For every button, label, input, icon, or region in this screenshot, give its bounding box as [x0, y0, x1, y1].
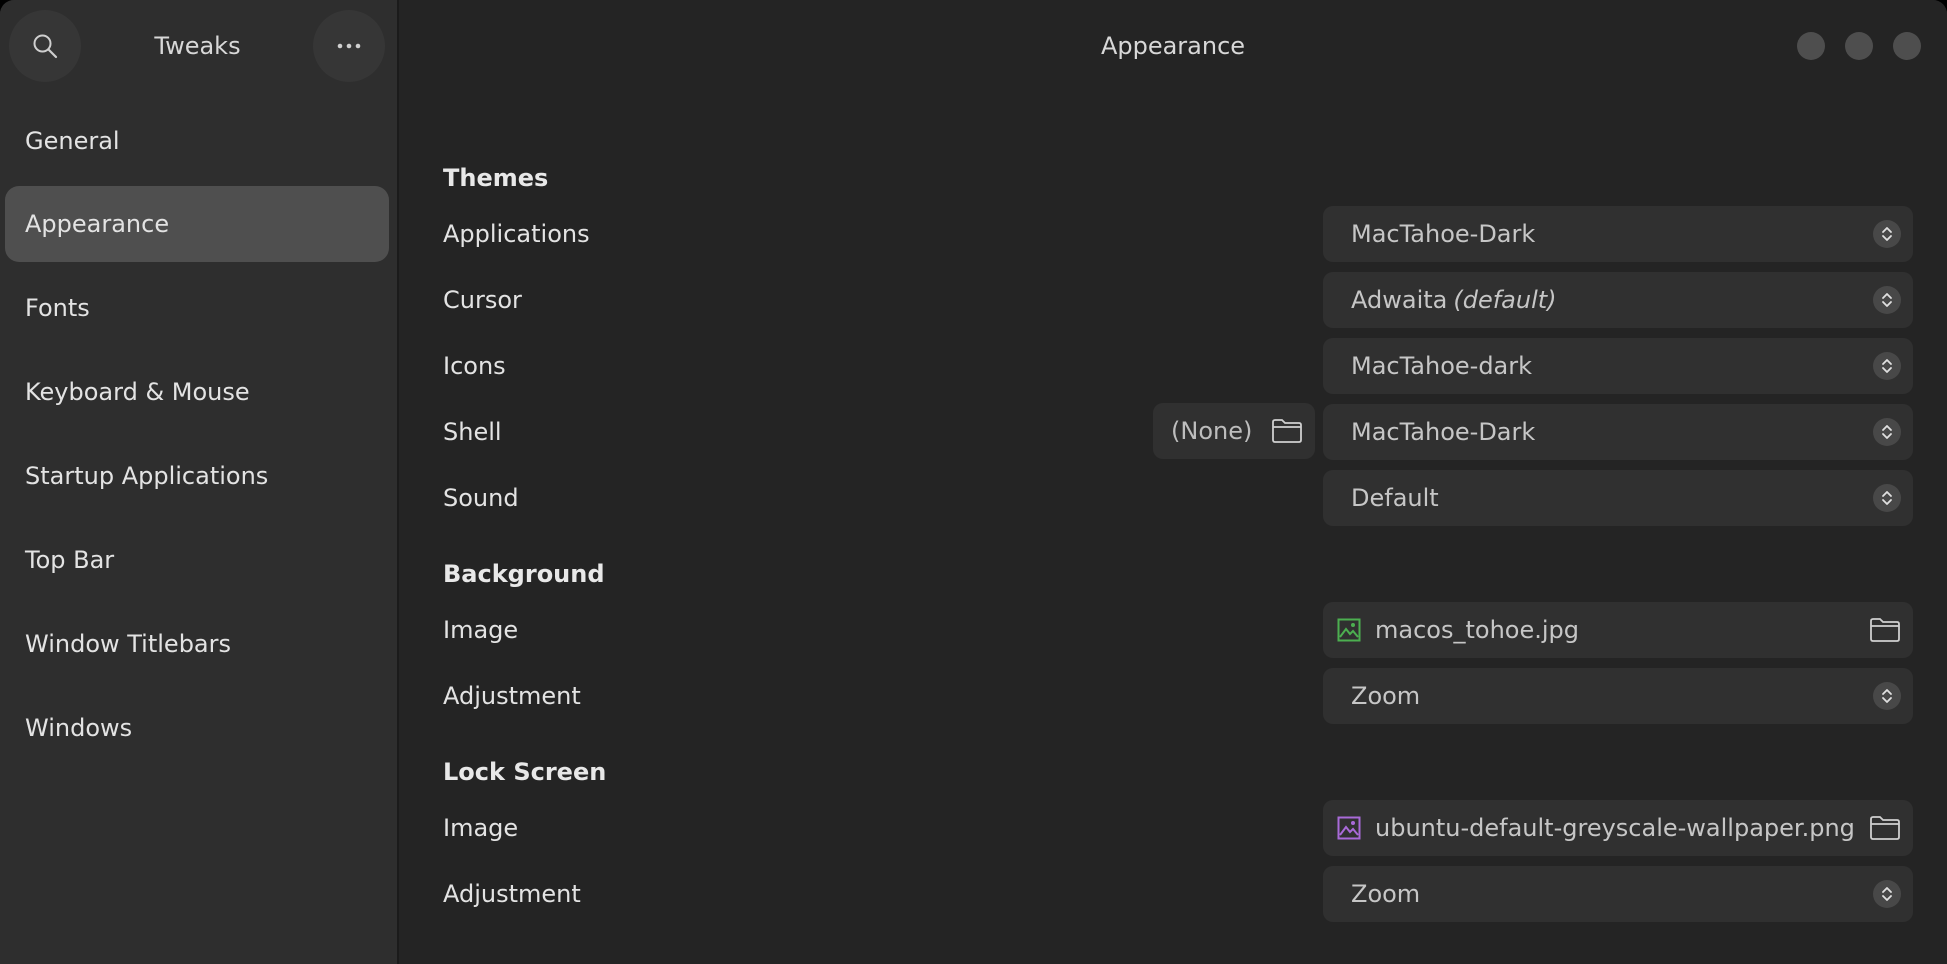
close-button[interactable]	[1893, 32, 1921, 60]
file-chooser-value: (None)	[1171, 417, 1253, 445]
cursor-theme-dropdown[interactable]: Adwaita (default)	[1323, 272, 1913, 328]
maximize-button[interactable]	[1845, 32, 1873, 60]
sidebar-item-appearance[interactable]: Appearance	[5, 186, 389, 262]
sidebar-item-label: Startup Applications	[25, 462, 269, 490]
sidebar: Tweaks General Appearance Fonts Keyboard…	[0, 0, 399, 964]
image-file-icon	[1337, 618, 1361, 648]
sidebar-item-label: Window Titlebars	[25, 630, 232, 658]
sidebar-header: Tweaks	[0, 0, 397, 92]
default-suffix: (default)	[1453, 286, 1557, 314]
applications-theme-dropdown[interactable]: MacTahoe-Dark	[1323, 206, 1913, 262]
sidebar-item-label: Top Bar	[25, 546, 115, 574]
updown-chevron-icon	[1873, 418, 1901, 446]
dropdown-value: MacTahoe-dark	[1351, 352, 1533, 380]
sound-theme-dropdown[interactable]: Default	[1323, 470, 1913, 526]
background-image-chooser[interactable]: macos_tohoe.jpg	[1323, 602, 1913, 658]
file-name: macos_tohoe.jpg	[1375, 616, 1579, 644]
sidebar-item-fonts[interactable]: Fonts	[5, 270, 389, 346]
background-image-label: Image	[443, 616, 519, 644]
ellipsis-icon	[337, 43, 361, 49]
sound-label: Sound	[443, 484, 519, 512]
shell-file-chooser-button[interactable]: (None)	[1153, 403, 1315, 459]
sidebar-item-keyboard-mouse[interactable]: Keyboard & Mouse	[5, 354, 389, 430]
updown-chevron-icon	[1873, 220, 1901, 248]
shell-theme-dropdown[interactable]: MacTahoe-Dark	[1323, 404, 1913, 460]
page-title: Appearance	[1100, 32, 1246, 60]
sidebar-item-general[interactable]: General	[5, 103, 389, 179]
dropdown-value: MacTahoe-Dark	[1351, 418, 1536, 446]
lock-screen-adjustment-dropdown[interactable]: Zoom	[1323, 866, 1913, 922]
lock-screen-image-chooser[interactable]: ubuntu-default-greyscale-wallpaper.png	[1323, 800, 1913, 856]
cursor-label: Cursor	[443, 286, 522, 314]
sidebar-item-label: Fonts	[25, 294, 90, 322]
background-adjustment-label: Adjustment	[443, 682, 581, 710]
updown-chevron-icon	[1873, 352, 1901, 380]
sidebar-item-top-bar[interactable]: Top Bar	[5, 522, 389, 598]
updown-chevron-icon	[1873, 880, 1901, 908]
updown-chevron-icon	[1873, 484, 1901, 512]
folder-icon	[1271, 418, 1303, 450]
sidebar-item-label: General	[25, 127, 120, 155]
lock-screen-heading: Lock Screen	[443, 758, 607, 786]
dropdown-value: Adwaita	[1351, 286, 1448, 314]
sidebar-title: Tweaks	[154, 32, 241, 60]
icons-label: Icons	[443, 352, 506, 380]
background-adjustment-dropdown[interactable]: Zoom	[1323, 668, 1913, 724]
applications-label: Applications	[443, 220, 590, 248]
sidebar-item-startup-applications[interactable]: Startup Applications	[5, 438, 389, 514]
folder-icon	[1869, 815, 1901, 847]
shell-label: Shell	[443, 418, 502, 446]
themes-heading: Themes	[443, 164, 549, 192]
dropdown-value: Default	[1351, 484, 1439, 512]
minimize-button[interactable]	[1797, 32, 1825, 60]
sidebar-item-windows[interactable]: Windows	[5, 690, 389, 766]
tweaks-window: Tweaks General Appearance Fonts Keyboard…	[0, 0, 1947, 964]
main-panel: Appearance Themes Applications MacTahoe-…	[399, 0, 1947, 964]
search-icon	[33, 34, 58, 59]
sidebar-item-label: Keyboard & Mouse	[25, 378, 250, 406]
dropdown-value: MacTahoe-Dark	[1351, 220, 1536, 248]
lock-screen-adjustment-label: Adjustment	[443, 880, 581, 908]
icons-theme-dropdown[interactable]: MacTahoe-dark	[1323, 338, 1913, 394]
sidebar-item-window-titlebars[interactable]: Window Titlebars	[5, 606, 389, 682]
sidebar-item-label: Appearance	[25, 210, 170, 238]
dropdown-value: Zoom	[1351, 880, 1421, 908]
updown-chevron-icon	[1873, 682, 1901, 710]
dropdown-value: Zoom	[1351, 682, 1421, 710]
menu-button[interactable]	[313, 10, 385, 82]
lock-screen-image-label: Image	[443, 814, 519, 842]
image-file-icon	[1337, 816, 1361, 846]
background-heading: Background	[443, 560, 605, 588]
updown-chevron-icon	[1873, 286, 1901, 314]
folder-icon	[1869, 617, 1901, 649]
search-button[interactable]	[9, 10, 81, 82]
file-name: ubuntu-default-greyscale-wallpaper.png	[1375, 814, 1855, 842]
sidebar-item-label: Windows	[25, 714, 133, 742]
